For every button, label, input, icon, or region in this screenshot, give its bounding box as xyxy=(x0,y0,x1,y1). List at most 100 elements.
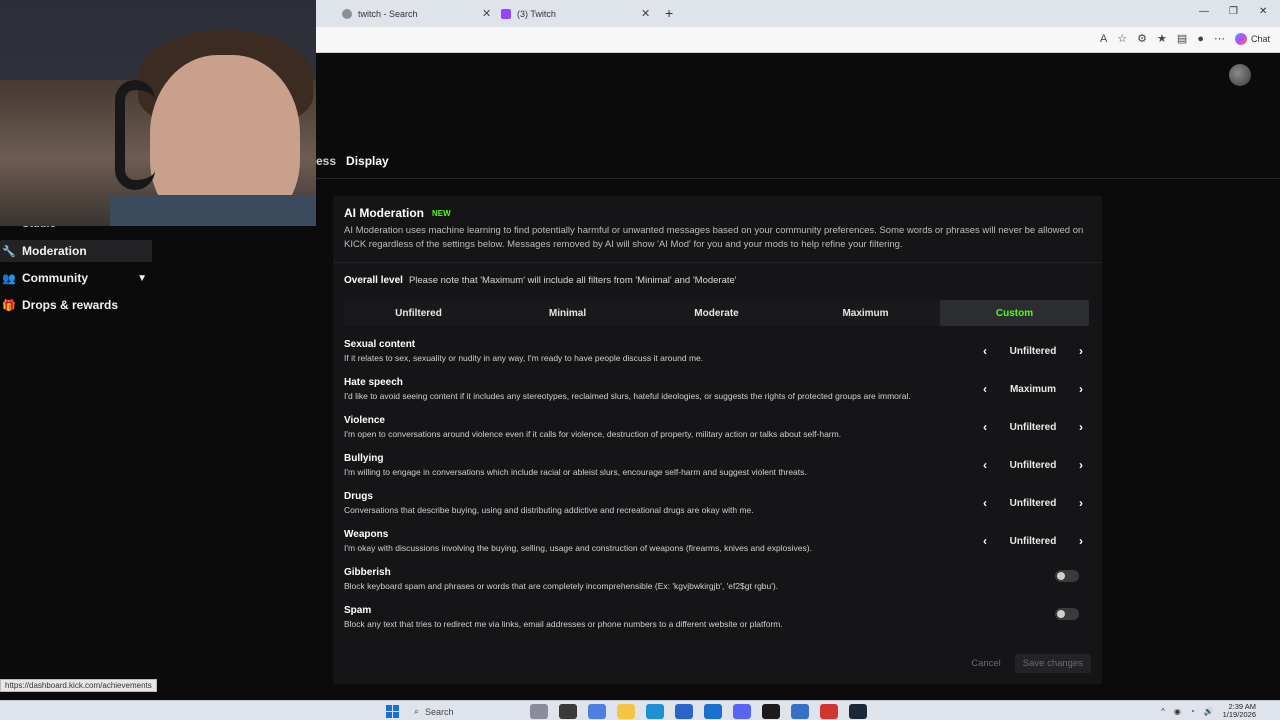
settings-tabs: ess Display xyxy=(316,154,389,174)
chevron-right-icon[interactable]: › xyxy=(1073,496,1089,510)
favorites-icon[interactable]: ★ xyxy=(1157,32,1167,45)
taskbar-search[interactable]: ⌕ Search xyxy=(414,704,524,719)
clock-date: 1/19/2026 xyxy=(1222,710,1256,719)
browser-tab-search[interactable]: twitch - Search ✕ xyxy=(338,3,494,24)
tab-partial[interactable]: ess xyxy=(316,154,336,174)
outlook-icon[interactable] xyxy=(704,704,722,719)
divider xyxy=(333,262,1102,263)
chevron-left-icon[interactable]: ‹ xyxy=(977,344,993,358)
chevron-up-icon[interactable]: ^ xyxy=(1161,707,1165,716)
category-name: Sexual content xyxy=(344,339,416,350)
stepper-value: Unfiltered xyxy=(1009,459,1057,471)
status-url: https://dashboard.kick.com/achievements xyxy=(0,679,157,692)
chevron-right-icon[interactable]: › xyxy=(1073,420,1089,434)
wrench-icon: 🔧 xyxy=(2,245,16,258)
chevron-right-icon[interactable]: › xyxy=(1073,534,1089,548)
category-description: Block keyboard spam and phrases or words… xyxy=(344,581,779,591)
level-moderate[interactable]: Moderate xyxy=(642,300,791,326)
ai-moderation-card: AI Moderation NEW AI Moderation uses mac… xyxy=(333,196,1102,684)
category-description: I'd like to avoid seeing content if it i… xyxy=(344,391,911,401)
minimize-icon[interactable]: — xyxy=(1199,6,1209,17)
extensions-icon[interactable]: ⚙ xyxy=(1137,32,1147,45)
sidebar-item-label: Moderation xyxy=(22,244,87,258)
category-description: I'm open to conversations around violenc… xyxy=(344,429,842,439)
tab-title: (3) Twitch xyxy=(517,8,556,19)
profile-icon[interactable]: ● xyxy=(1197,33,1204,45)
clock[interactable]: 2:39 AM 1/19/2026 xyxy=(1223,703,1256,719)
edge-browser-icon[interactable] xyxy=(646,704,664,719)
category-description: Conversations that describe buying, usin… xyxy=(344,505,754,515)
collections-icon[interactable]: ▤ xyxy=(1177,32,1187,45)
task-view-icon[interactable] xyxy=(559,704,577,719)
new-tab-icon[interactable]: + xyxy=(665,5,673,21)
level-stepper: ‹ Maximum › xyxy=(977,380,1089,398)
category-weapons: Weapons I'm okay with discussions involv… xyxy=(344,529,1089,559)
taskbar-search-label: Search xyxy=(425,706,454,717)
cancel-button[interactable]: Cancel xyxy=(965,654,1007,673)
tab-display[interactable]: Display xyxy=(346,154,389,174)
level-stepper: ‹ Unfiltered › xyxy=(977,418,1089,436)
category-hate-speech: Hate speech I'd like to avoid seeing con… xyxy=(344,377,1089,407)
twitch-favicon-icon xyxy=(501,8,511,19)
chevron-left-icon[interactable]: ‹ xyxy=(977,420,993,434)
close-icon[interactable]: ✕ xyxy=(641,7,650,20)
close-icon[interactable]: ✕ xyxy=(482,7,491,20)
user-avatar[interactable] xyxy=(1229,64,1251,86)
gift-icon: 🎁 xyxy=(2,299,16,312)
level-minimal[interactable]: Minimal xyxy=(493,300,642,326)
level-unfiltered[interactable]: Unfiltered xyxy=(344,300,493,326)
search-icon: ⌕ xyxy=(414,706,420,716)
sidebar-item-community[interactable]: 👥 Community ▼ xyxy=(0,267,152,289)
terminal-icon[interactable] xyxy=(762,704,780,719)
chevron-right-icon[interactable]: › xyxy=(1073,344,1089,358)
chevron-right-icon[interactable]: › xyxy=(1073,458,1089,472)
wifi-icon[interactable]: ◔ xyxy=(1190,707,1195,716)
chevron-down-icon: ▼ xyxy=(137,272,147,284)
gibberish-toggle[interactable] xyxy=(1055,570,1079,582)
toggle-gibberish: Gibberish Block keyboard spam and phrase… xyxy=(344,567,1089,597)
volume-icon[interactable]: 🔊 xyxy=(1204,707,1214,716)
browser-tab-twitch[interactable]: (3) Twitch ✕ xyxy=(497,3,657,24)
chat-label: Chat xyxy=(1250,33,1270,44)
network-icon[interactable]: ◉ xyxy=(1174,707,1181,716)
webcam-overlay xyxy=(0,0,316,226)
category-name: Bullying xyxy=(344,453,384,464)
file-explorer-icon[interactable] xyxy=(617,704,635,719)
level-custom[interactable]: Custom xyxy=(940,300,1089,326)
level-selector: Unfiltered Minimal Moderate Maximum Cust… xyxy=(344,300,1089,326)
app-icon[interactable] xyxy=(791,704,809,719)
stepper-value: Unfiltered xyxy=(1009,345,1057,357)
sidebar-item-label: Community xyxy=(22,271,88,285)
spam-toggle[interactable] xyxy=(1055,608,1079,620)
more-icon[interactable]: ⋯ xyxy=(1214,32,1225,45)
copilot-icon xyxy=(1234,32,1247,45)
save-changes-button[interactable]: Save changes xyxy=(1014,654,1091,673)
chevron-left-icon[interactable]: ‹ xyxy=(977,382,993,396)
category-name: Spam xyxy=(344,605,372,616)
chat-button[interactable]: Chat xyxy=(1234,32,1270,45)
chevron-right-icon[interactable]: › xyxy=(1073,382,1089,396)
restore-icon[interactable]: ❐ xyxy=(1229,6,1238,17)
overall-level-note: Please note that 'Maximum' will include … xyxy=(408,275,737,286)
favorite-star-icon[interactable]: ☆ xyxy=(1117,32,1127,45)
obs-icon[interactable] xyxy=(820,704,838,719)
toolbar-icons: A ☆ ⚙ ★ ▤ ● ⋯ Chat xyxy=(1100,32,1270,45)
copilot-app-icon[interactable] xyxy=(588,704,606,719)
sidebar-item-moderation[interactable]: 🔧 Moderation xyxy=(0,240,152,262)
people-icon: 👥 xyxy=(2,272,16,285)
steam-icon[interactable] xyxy=(849,704,867,719)
footer-buttons: Cancel Save changes xyxy=(965,654,1091,673)
discord-icon[interactable] xyxy=(733,704,751,719)
card-title: AI Moderation NEW xyxy=(344,206,451,220)
store-icon[interactable] xyxy=(675,704,693,719)
window-close-icon[interactable]: ✕ xyxy=(1259,6,1267,17)
widgets-app-icon[interactable] xyxy=(530,704,548,719)
windows-start-icon[interactable] xyxy=(386,705,399,718)
chevron-left-icon[interactable]: ‹ xyxy=(977,496,993,510)
chevron-left-icon[interactable]: ‹ xyxy=(977,458,993,472)
chevron-left-icon[interactable]: ‹ xyxy=(977,534,993,548)
sidebar-item-drops[interactable]: 🎁 Drops & rewards xyxy=(0,294,118,316)
level-maximum[interactable]: Maximum xyxy=(791,300,940,326)
taskbar: ⌕ Search ^ ◉ ◔ 🔊 2:39 AM 1/19/2026 xyxy=(0,700,1280,720)
read-aloud-icon[interactable]: A xyxy=(1100,33,1107,45)
